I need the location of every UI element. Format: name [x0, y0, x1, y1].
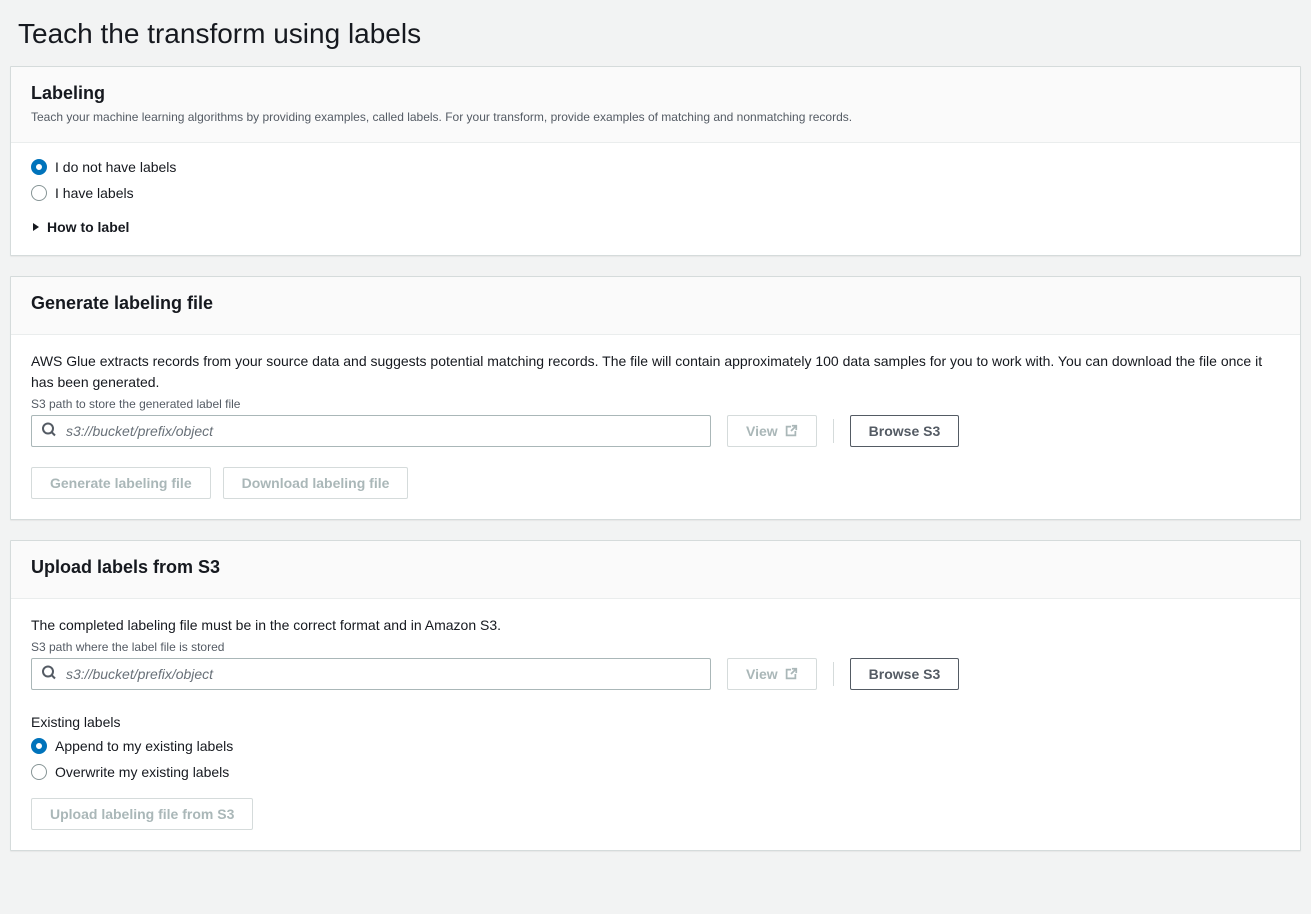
upload-button-row: Upload labeling file from S3: [31, 798, 1280, 830]
generate-title: Generate labeling file: [31, 293, 1280, 314]
radio-append[interactable]: Append to my existing labels: [31, 738, 1280, 754]
download-labeling-file-button[interactable]: Download labeling file: [223, 467, 409, 499]
upload-panel-body: The completed labeling file must be in t…: [11, 599, 1300, 850]
page-title: Teach the transform using labels: [10, 10, 1301, 66]
generate-browse-button[interactable]: Browse S3: [850, 415, 960, 447]
radio-icon: [31, 159, 47, 175]
generate-s3-input[interactable]: [31, 415, 711, 447]
upload-view-button[interactable]: View: [727, 658, 817, 690]
how-to-label-text: How to label: [47, 219, 129, 235]
generate-s3-input-wrap: [31, 415, 711, 447]
upload-title: Upload labels from S3: [31, 557, 1280, 578]
upload-input-row: View Browse S3: [31, 658, 1280, 690]
labeling-subtitle: Teach your machine learning algorithms b…: [31, 108, 1280, 126]
generate-button-label: Generate labeling file: [50, 475, 192, 491]
upload-s3-input-wrap: [31, 658, 711, 690]
radio-no-labels-label: I do not have labels: [55, 159, 176, 175]
generate-labeling-file-button[interactable]: Generate labeling file: [31, 467, 211, 499]
generate-panel-body: AWS Glue extracts records from your sour…: [11, 335, 1300, 519]
labeling-radio-group: I do not have labels I have labels: [31, 159, 1280, 201]
upload-panel-header: Upload labels from S3: [11, 541, 1300, 599]
search-icon: [41, 665, 57, 684]
labeling-title: Labeling: [31, 83, 1280, 104]
divider: [833, 419, 834, 443]
external-link-icon: [784, 424, 798, 438]
labeling-panel-body: I do not have labels I have labels How t…: [11, 143, 1300, 255]
generate-panel-header: Generate labeling file: [11, 277, 1300, 335]
upload-panel: Upload labels from S3 The completed labe…: [10, 540, 1301, 851]
view-button-label: View: [746, 666, 778, 682]
upload-body-text: The completed labeling file must be in t…: [31, 615, 1280, 636]
browse-button-label: Browse S3: [869, 666, 941, 682]
upload-s3-input[interactable]: [31, 658, 711, 690]
radio-icon: [31, 764, 47, 780]
generate-field-label: S3 path to store the generated label fil…: [31, 397, 1280, 411]
divider: [833, 662, 834, 686]
radio-append-label: Append to my existing labels: [55, 738, 233, 754]
labeling-panel: Labeling Teach your machine learning alg…: [10, 66, 1301, 256]
radio-have-labels-label: I have labels: [55, 185, 134, 201]
existing-labels-section: Existing labels Append to my existing la…: [31, 714, 1280, 780]
radio-overwrite[interactable]: Overwrite my existing labels: [31, 764, 1280, 780]
download-button-label: Download labeling file: [242, 475, 390, 491]
browse-button-label: Browse S3: [869, 423, 941, 439]
radio-overwrite-label: Overwrite my existing labels: [55, 764, 229, 780]
radio-icon: [31, 185, 47, 201]
external-link-icon: [784, 667, 798, 681]
labeling-panel-header: Labeling Teach your machine learning alg…: [11, 67, 1300, 143]
triangle-right-icon: [31, 222, 41, 232]
existing-labels-radio-group: Append to my existing labels Overwrite m…: [31, 738, 1280, 780]
search-icon: [41, 422, 57, 441]
view-button-label: View: [746, 423, 778, 439]
upload-field-label: S3 path where the label file is stored: [31, 640, 1280, 654]
how-to-label-toggle[interactable]: How to label: [31, 219, 1280, 235]
radio-icon: [31, 738, 47, 754]
radio-no-labels[interactable]: I do not have labels: [31, 159, 1280, 175]
upload-labeling-file-button[interactable]: Upload labeling file from S3: [31, 798, 253, 830]
generate-button-row: Generate labeling file Download labeling…: [31, 467, 1280, 499]
generate-view-button[interactable]: View: [727, 415, 817, 447]
upload-button-label: Upload labeling file from S3: [50, 806, 234, 822]
generate-panel: Generate labeling file AWS Glue extracts…: [10, 276, 1301, 520]
radio-have-labels[interactable]: I have labels: [31, 185, 1280, 201]
generate-body-text: AWS Glue extracts records from your sour…: [31, 351, 1280, 393]
upload-browse-button[interactable]: Browse S3: [850, 658, 960, 690]
generate-input-row: View Browse S3: [31, 415, 1280, 447]
existing-labels-label: Existing labels: [31, 714, 1280, 730]
